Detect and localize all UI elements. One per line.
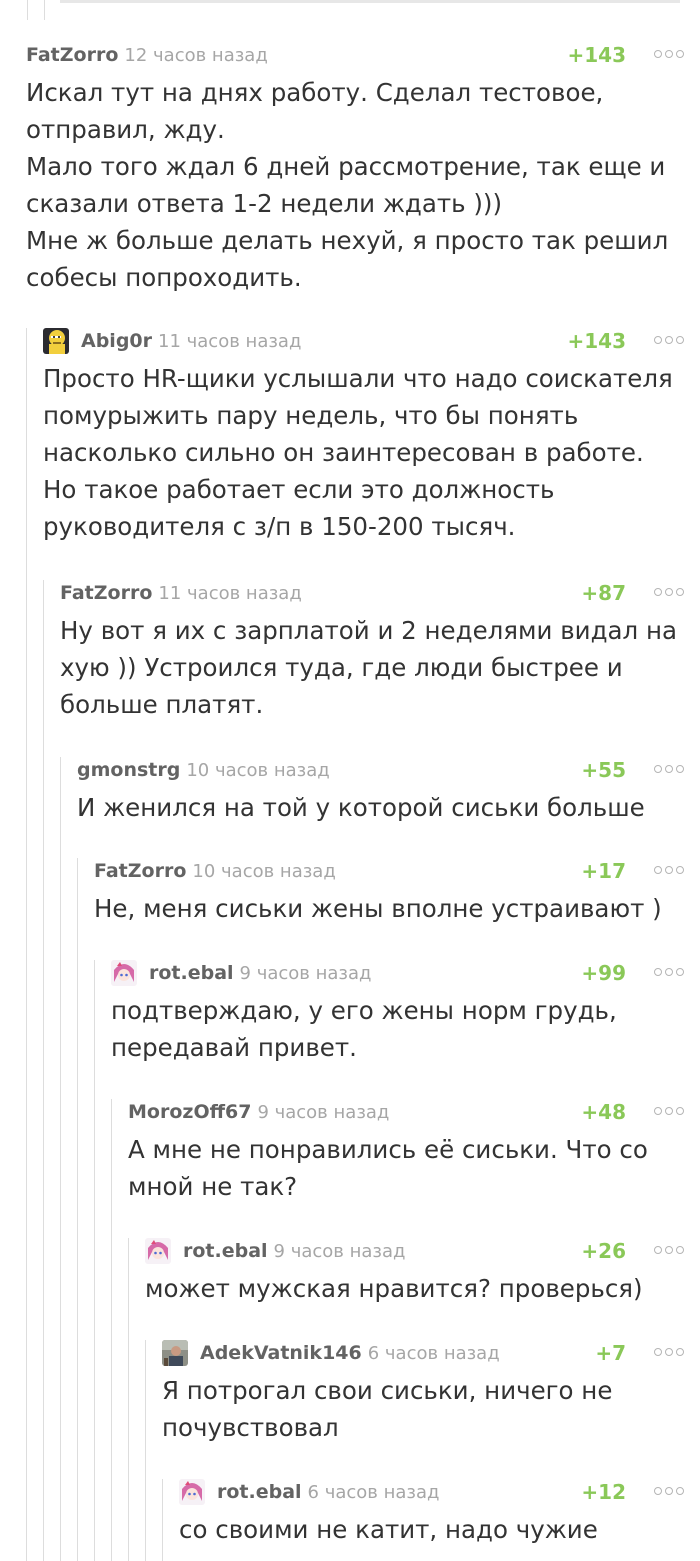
comment-header: FatZorro 10 часов назад +17 [94,858,684,884]
comment-time[interactable]: 12 часов назад [124,45,267,66]
comment-time[interactable]: 6 часов назад [308,1482,440,1503]
thread-line [27,0,28,20]
comment-header: Abig0r 11 часов назад +143 [43,328,684,354]
comment-text: может мужская нравится? проверься) [145,1274,643,1303]
comment-text: Просто HR-щики услышали что надо соискат… [43,364,673,541]
comment-rating: +99 [581,961,626,985]
comment-author[interactable]: MorozOff67 [128,1101,251,1123]
comment-author[interactable]: rot.ebal [149,962,234,984]
comment-rating: +55 [581,758,626,782]
comment-header: rot.ebal 9 часов назад +26 [145,1238,684,1264]
more-options-icon[interactable] [654,50,684,58]
comment-header: MorozOff67 9 часов назад +48 [128,1099,684,1125]
comment-author[interactable]: FatZorro [60,582,152,604]
comment-author[interactable]: FatZorro [94,860,186,882]
comment-text: Не, меня сиськи жены вполне устраивают ) [94,894,662,923]
comment-rating: +143 [567,329,626,353]
user-avatar[interactable] [145,1238,171,1264]
comment-text: Я потрогал свои сиськи, ничего не почувс… [162,1376,613,1442]
more-options-icon[interactable] [654,866,684,874]
comment-author[interactable]: FatZorro [26,44,118,66]
more-options-icon[interactable] [654,968,684,976]
comment-text: А мне не понравились её сиськи. Что со м… [128,1135,648,1201]
more-options-icon[interactable] [654,1246,684,1254]
more-options-icon[interactable] [654,336,684,344]
user-avatar[interactable] [43,328,69,354]
comment-time[interactable]: 9 часов назад [257,1102,389,1123]
comment-author[interactable]: gmonstrg [77,759,180,781]
comment-time[interactable]: 9 часов назад [274,1241,406,1262]
comment-rating: +17 [581,859,626,883]
comment: rot.ebal 6 часов назад +12 со своими не к… [162,1479,684,1561]
comment-header: FatZorro 12 часов назад +143 [26,42,684,68]
comment-rating: +48 [581,1100,626,1124]
more-options-icon[interactable] [654,1348,684,1356]
more-options-icon[interactable] [654,588,684,596]
comment-author[interactable]: Abig0r [81,330,152,352]
comment-rating: +26 [581,1239,626,1263]
comment-author[interactable]: AdekVatnik146 [200,1342,362,1364]
comment-time[interactable]: 11 часов назад [158,583,301,604]
user-avatar[interactable] [162,1340,188,1366]
comment-rating: +12 [581,1480,626,1504]
comment-text: подтверждаю, у его жены норм грудь, пере… [111,996,617,1062]
more-options-icon[interactable] [654,765,684,773]
comment-text: со своими не катит, надо чужие [179,1515,598,1544]
comment-time[interactable]: 10 часов назад [192,861,335,882]
user-avatar[interactable] [111,960,137,986]
previous-comment-bottom-bar [60,0,680,3]
comment-time[interactable]: 11 часов назад [158,331,301,352]
comment-rating: +143 [567,43,626,67]
more-options-icon[interactable] [654,1107,684,1115]
comment-header: AdekVatnik146 6 часов назад +7 [162,1340,684,1366]
comment-header: rot.ebal 9 часов назад +99 [111,960,684,986]
comment-rating: +7 [595,1341,626,1365]
more-options-icon[interactable] [654,1487,684,1495]
comment-text: Ну вот я их с зарплатой и 2 неделями вид… [60,616,678,719]
thread-line [44,0,45,20]
comment-rating: +87 [581,581,626,605]
comment-time[interactable]: 6 часов назад [368,1343,500,1364]
comment-text: И женился на той у которой сиськи больше [77,793,645,822]
comment-header: gmonstrg 10 часов назад +55 [77,757,684,783]
comment-header: FatZorro 11 часов назад +87 [60,580,684,606]
comment-text: Искал тут на днях работу. Сделал тестово… [26,78,669,292]
comment: FatZorro 12 часов назад +143 Искал тут на… [26,42,684,296]
comment-time[interactable]: 10 часов назад [186,760,329,781]
comment-author[interactable]: rot.ebal [183,1240,268,1262]
comment-time[interactable]: 9 часов назад [240,963,372,984]
comment-header: rot.ebal 6 часов назад +12 [179,1479,684,1505]
comment-author[interactable]: rot.ebal [217,1481,302,1503]
user-avatar[interactable] [179,1479,205,1505]
